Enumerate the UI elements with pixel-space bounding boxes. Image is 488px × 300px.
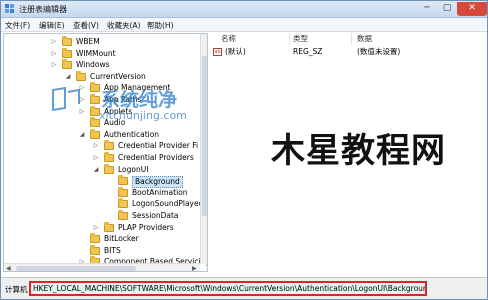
- folder-icon: [62, 47, 72, 58]
- folder-icon: [104, 221, 114, 232]
- value-row-default[interactable]: ab (默认) REG_SZ (数值未设置): [211, 46, 487, 58]
- folder-icon: [90, 233, 100, 244]
- folder-icon: [90, 128, 100, 139]
- tree-item-currentversion[interactable]: ◢ CurrentVersion: [4, 70, 200, 83]
- folder-icon: [118, 175, 128, 186]
- tree-item-wimmount[interactable]: ▷ WIMMount: [4, 47, 200, 60]
- collapse-icon[interactable]: ◢: [92, 164, 100, 176]
- collapse-icon[interactable]: ◢: [64, 71, 72, 83]
- string-value-icon: ab: [213, 48, 222, 56]
- tree-item-label: CurrentVersion: [90, 71, 146, 81]
- scroll-right-arrow-icon[interactable]: ▶: [192, 264, 197, 271]
- menu-view[interactable]: 查看(V): [73, 20, 99, 31]
- expand-icon[interactable]: ▷: [50, 36, 58, 48]
- expand-icon[interactable]: ▷: [92, 152, 100, 164]
- watermark-site-cn: 系统纯净: [101, 89, 178, 111]
- column-divider[interactable]: [351, 33, 352, 45]
- status-registry-path: HKEY_LOCAL_MACHINE\SOFTWARE\Microsoft\Wi…: [29, 281, 427, 296]
- folder-icon: [90, 244, 100, 255]
- tree-vertical-scrollbar[interactable]: [200, 34, 207, 264]
- folder-icon: [104, 163, 114, 174]
- title-bar[interactable]: 注册表编辑器 ─ ▢ ✕: [1, 1, 487, 18]
- tree-item-label: WIMMount: [76, 48, 116, 58]
- tree-item-label: SessionData: [132, 211, 179, 220]
- tree-horizontal-scrollbar[interactable]: ◀ ▶: [4, 263, 200, 271]
- column-type-header[interactable]: 类型: [293, 33, 308, 45]
- menu-bar: 文件(F) 编辑(E) 查看(V) 收藏夹(A) 帮助(H): [1, 18, 487, 32]
- tree-item-label: Windows: [76, 60, 110, 70]
- expand-icon[interactable]: ▷: [92, 222, 100, 234]
- folder-icon: [118, 186, 128, 197]
- tree-item-background[interactable]: Background: [4, 175, 200, 189]
- tree-item-sessiondata[interactable]: SessionData: [4, 210, 200, 222]
- menu-file[interactable]: 文件(F): [5, 20, 30, 31]
- tree-item-label: Authentication: [104, 129, 160, 139]
- tree-item-label: BITS: [104, 245, 121, 255]
- tree-item-label: BitLocker: [104, 234, 139, 244]
- value-data: (数值未设置): [357, 47, 401, 56]
- registry-editor-window: 注册表编辑器 ─ ▢ ✕ 文件(F) 编辑(E) 查看(V) 收藏夹(A) 帮助…: [0, 0, 488, 300]
- registry-app-icon: [5, 4, 14, 13]
- watermark-big-text: 木星教程网: [271, 131, 446, 171]
- folder-icon: [62, 36, 72, 46]
- expand-icon[interactable]: ▷: [92, 140, 100, 152]
- close-button[interactable]: ✕: [457, 2, 487, 16]
- tree-item-bitlocker[interactable]: BitLocker: [4, 233, 200, 245]
- tree-item-label: Credential Provider Fi: [118, 141, 199, 151]
- tree-item-label: LogonUI: [118, 164, 149, 174]
- folder-icon: [104, 140, 114, 151]
- tree-item-label: PLAP Providers: [118, 222, 174, 232]
- column-data-header[interactable]: 数据: [357, 33, 372, 45]
- tree-item-wbem[interactable]: ▷ WBEM: [4, 36, 200, 48]
- status-bar: 计算机 HKEY_LOCAL_MACHINE\SOFTWARE\Microsof…: [1, 277, 487, 299]
- tree-item-bootanimation[interactable]: BootAnimation: [4, 186, 200, 199]
- watermark-logo-icon: [52, 86, 80, 112]
- folder-icon: [62, 59, 72, 70]
- tree-hscroll-thumb[interactable]: [16, 266, 136, 271]
- status-computer-label: 计算机: [5, 285, 28, 294]
- registry-tree[interactable]: ▷ WBEM ▷ WIMMount ▷ Windows ◢ CurrentVersion ▷ Ap…: [3, 33, 208, 272]
- menu-edit[interactable]: 编辑(E): [39, 20, 65, 31]
- tree-item-label: Credential Providers: [118, 153, 194, 162]
- expand-icon[interactable]: ▷: [50, 48, 58, 60]
- column-name-header[interactable]: 名称: [221, 33, 236, 45]
- column-divider[interactable]: [289, 33, 290, 45]
- scroll-left-arrow-icon[interactable]: ◀: [6, 264, 11, 271]
- folder-icon: [104, 152, 114, 162]
- tree-item-plap-providers[interactable]: ▷ PLAP Providers: [4, 221, 200, 234]
- value-type: REG_SZ: [293, 47, 323, 56]
- tree-item-logonsoundplayed[interactable]: LogonSoundPlayed: [4, 198, 204, 210]
- tree-item-credential-providers[interactable]: ▷ Credential Providers: [4, 152, 200, 164]
- folder-icon: [118, 198, 128, 209]
- tree-item-logonui[interactable]: ◢ LogonUI: [4, 163, 200, 176]
- watermark-site-en: xitchunjing.com: [99, 109, 187, 122]
- tree-item-credential-provider-fi[interactable]: ▷ Credential Provider Fi: [4, 140, 200, 152]
- window-title: 注册表编辑器: [19, 5, 67, 14]
- folder-icon: [118, 210, 128, 220]
- folder-icon: [90, 82, 100, 93]
- tree-scroll-thumb[interactable]: [202, 56, 207, 216]
- tree-item-label: LogonSoundPlayed: [132, 199, 204, 209]
- collapse-icon[interactable]: ◢: [78, 129, 86, 141]
- menu-help[interactable]: 帮助(H): [147, 20, 174, 31]
- folder-icon: [90, 94, 100, 104]
- minimize-button[interactable]: ─: [417, 2, 437, 16]
- tree-item-bits[interactable]: BITS: [4, 244, 200, 257]
- value-name: (默认): [225, 47, 246, 56]
- expand-icon[interactable]: ▷: [50, 59, 58, 71]
- menu-favorites[interactable]: 收藏夹(A): [107, 20, 140, 31]
- tree-item-windows[interactable]: ▷ Windows: [4, 59, 200, 71]
- tree-item-label: WBEM: [76, 37, 100, 46]
- tree-item-label: BootAnimation: [132, 187, 188, 197]
- folder-icon: [76, 70, 86, 81]
- maximize-button[interactable]: ▢: [437, 2, 457, 16]
- tree-item-authentication[interactable]: ◢ Authentication: [4, 128, 200, 141]
